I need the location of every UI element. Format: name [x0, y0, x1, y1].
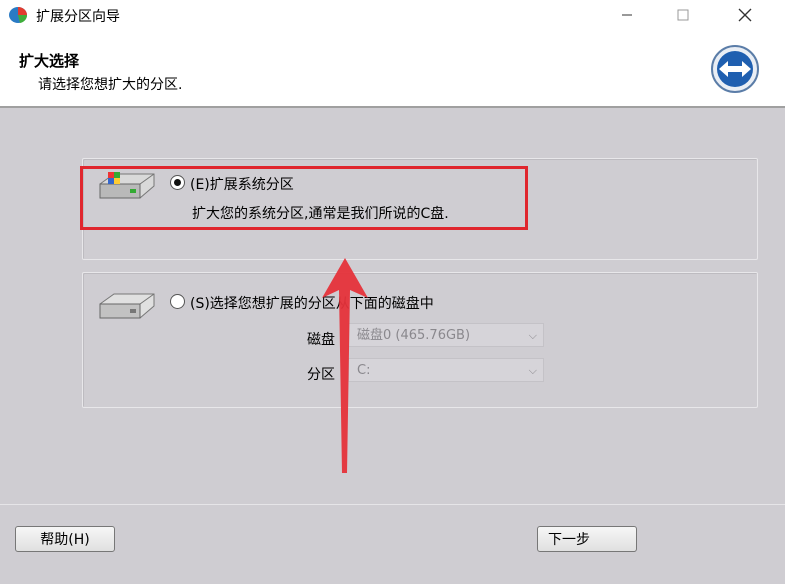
next-button[interactable]: 下一步: [537, 526, 637, 552]
minimize-button[interactable]: [604, 0, 650, 30]
close-icon: [738, 8, 752, 22]
chevron-down-icon: ⌵: [528, 364, 537, 377]
resize-arrows-icon: [711, 45, 759, 93]
disk-select[interactable]: 磁盘0 (465.76GB) ⌵: [348, 323, 544, 347]
disk-drive-icon: [99, 293, 155, 319]
title-bar: 扩展分区向导: [0, 0, 785, 30]
maximize-icon: [677, 9, 689, 21]
partition-select[interactable]: C: ⌵: [348, 358, 544, 382]
close-button[interactable]: [722, 0, 768, 30]
disk-select-value: 磁盘0 (465.76GB): [357, 328, 471, 343]
header-subtitle: 请选择您想扩大的分区.: [38, 77, 183, 93]
annotation-arrow-icon: [322, 258, 368, 473]
highlight-box: [80, 166, 528, 230]
chevron-down-icon: ⌵: [528, 329, 537, 342]
header-title: 扩大选择: [19, 52, 80, 70]
partition-app-icon: [9, 7, 28, 23]
help-button[interactable]: 帮助(H): [15, 526, 115, 552]
window-title: 扩展分区向导: [36, 9, 120, 25]
select-partition-label[interactable]: (S)选择您想扩展的分区从下面的磁盘中: [190, 293, 434, 313]
wizard-header: 扩大选择 请选择您想扩大的分区.: [0, 30, 785, 106]
footer-divider: [0, 504, 785, 505]
maximize-button[interactable]: [660, 0, 706, 30]
wizard-body: (E)扩展系统分区 扩大您的系统分区,通常是我们所说的C盘. (S)选择您想扩展…: [0, 108, 785, 584]
select-partition-radio[interactable]: [170, 294, 185, 309]
minimize-icon: [622, 14, 632, 16]
